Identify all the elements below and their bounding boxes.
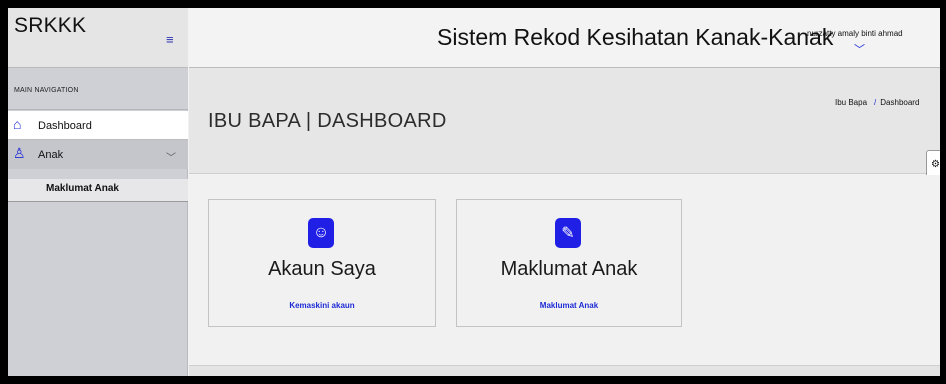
nav-section-label: MAIN NAVIGATION: [14, 87, 79, 94]
page-title: IBU BAPA | DASHBOARD: [208, 110, 447, 132]
breadcrumb-separator: /: [874, 98, 877, 107]
dashboard-content: ☺ Akaun Saya Kemaskini akaun ✎ Maklumat …: [189, 175, 940, 376]
nav-section-header: MAIN NAVIGATION: [8, 68, 188, 110]
brand-logo[interactable]: SRKKK: [14, 14, 86, 38]
sidebar-item-dashboard[interactable]: ⌂ Dashboard: [8, 111, 188, 140]
card-akaun-saya[interactable]: ☺ Akaun Saya Kemaskini akaun: [208, 199, 436, 327]
sidebar-subitem-label: Maklumat Anak: [46, 183, 119, 194]
brand-bar: SRKKK ≡: [8, 8, 188, 68]
sidebar-subitem-maklumat-anak[interactable]: Maklumat Anak: [8, 179, 188, 202]
card-title: Maklumat Anak: [500, 258, 638, 280]
footer: [189, 365, 940, 376]
home-icon: ⌂: [13, 116, 22, 132]
card-link[interactable]: Kemaskini akaun: [209, 301, 435, 310]
card-title: Akaun Saya: [268, 258, 376, 280]
user-icon: ♙: [13, 145, 26, 161]
sidebar-item-label: Anak: [38, 149, 64, 161]
card-link[interactable]: Maklumat Anak: [457, 301, 681, 310]
paperclip-icon: ✎: [555, 218, 581, 248]
menu-toggle-icon[interactable]: ≡: [166, 32, 174, 47]
sidebar-item-label: Dashboard: [38, 120, 92, 132]
chevron-down-icon[interactable]: ﹀: [854, 41, 865, 57]
gear-icon: ⚙: [931, 159, 940, 170]
card-maklumat-anak[interactable]: ✎ Maklumat Anak Maklumat Anak: [456, 199, 682, 327]
sidebar: SRKKK ≡ MAIN NAVIGATION ⌂ Dashboard ♙ An…: [8, 8, 188, 376]
page-header: IBU BAPA | DASHBOARD Ibu Bapa / Dashboard …: [189, 68, 940, 180]
app-frame: SRKKK ≡ MAIN NAVIGATION ⌂ Dashboard ♙ An…: [8, 8, 940, 376]
breadcrumb-item-dashboard: Dashboard: [880, 98, 920, 107]
app-title: Sistem Rekod Kesihatan Kanak-Kanak: [437, 24, 834, 50]
sidebar-item-anak[interactable]: ♙ Anak ﹀: [8, 140, 188, 169]
chevron-down-icon: ﹀: [166, 153, 176, 164]
top-header: Sistem Rekod Kesihatan Kanak-Kanak nurza…: [189, 8, 940, 68]
breadcrumb-item-ibu-bapa[interactable]: Ibu Bapa: [835, 98, 867, 107]
user-menu[interactable]: nurzatty amaly binti ahmad: [807, 29, 903, 38]
smile-icon: ☺: [308, 218, 334, 248]
breadcrumb: Ibu Bapa / Dashboard: [835, 98, 919, 107]
